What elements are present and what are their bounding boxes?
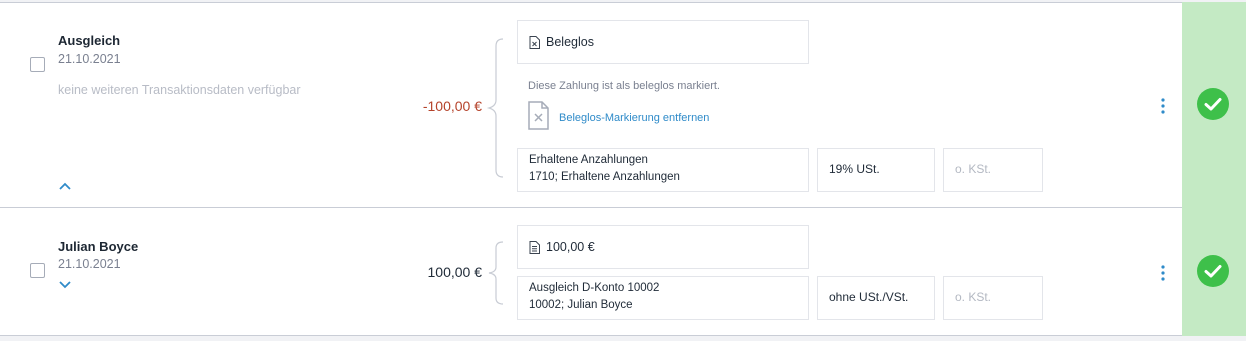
account-title: Erhaltene Anzahlungen	[529, 154, 648, 166]
no-document-large-icon	[528, 101, 549, 130]
check-circle-icon[interactable]	[1197, 88, 1229, 120]
transaction-name: Julian Boyce	[58, 239, 139, 254]
tax-field[interactable]: 19% USt.	[817, 148, 935, 192]
account-field[interactable]: Erhaltene Anzahlungen 1710; Erhaltene An…	[517, 148, 809, 192]
cost-center-field[interactable]: o. KSt.	[943, 148, 1043, 192]
document-box[interactable]: Beleglos	[517, 20, 809, 64]
cost-center-placeholder: o. KSt.	[955, 290, 992, 304]
cost-center-field[interactable]: o. KSt.	[943, 276, 1043, 320]
checkmark-icon	[1204, 98, 1222, 111]
cost-center-placeholder: o. KSt.	[955, 162, 992, 176]
checkmark-icon	[1204, 265, 1222, 278]
transaction-list: Ausgleich 21.10.2021 keine weiteren Tran…	[0, 0, 1246, 341]
row-checkbox[interactable]	[30, 263, 45, 278]
split-brace	[486, 38, 504, 178]
transaction-name: Ausgleich	[58, 33, 121, 48]
tax-value: ohne USt./VSt.	[829, 290, 909, 304]
beleglos-note: Diese Zahlung ist als beleglos markiert.	[528, 80, 720, 92]
transaction-row: Julian Boyce 21.10.2021 100,00 € 100,00 …	[0, 207, 1246, 336]
check-circle-icon[interactable]	[1197, 255, 1229, 287]
split-brace	[488, 241, 504, 305]
chevron-down-icon[interactable]	[58, 280, 72, 290]
no-document-icon	[529, 36, 540, 49]
tax-field[interactable]: ohne USt./VSt.	[817, 276, 935, 320]
document-label: Beleglos	[546, 35, 594, 49]
document-label: 100,00 €	[546, 240, 595, 254]
more-options-icon[interactable]	[1160, 265, 1166, 281]
row-checkbox[interactable]	[30, 57, 45, 72]
transaction-date: 21.10.2021	[58, 257, 121, 271]
account-detail: 10002; Julian Boyce	[529, 299, 633, 311]
more-options-icon[interactable]	[1160, 98, 1166, 114]
transaction-amount: -100,00 €	[422, 98, 482, 114]
account-title: Ausgleich D-Konto 10002	[529, 282, 660, 294]
transaction-row: Ausgleich 21.10.2021 keine weiteren Tran…	[0, 2, 1246, 207]
transaction-date: 21.10.2021	[58, 52, 121, 66]
document-box[interactable]: 100,00 €	[517, 225, 809, 269]
receipt-icon	[529, 241, 540, 254]
transaction-amount: 100,00 €	[427, 264, 483, 280]
remove-beleglos-link[interactable]: Beleglos-Markierung entfernen	[559, 112, 709, 124]
transaction-info: keine weiteren Transaktionsdaten verfügb…	[58, 83, 301, 97]
account-detail: 1710; Erhaltene Anzahlungen	[529, 171, 680, 183]
chevron-up-icon[interactable]	[58, 181, 72, 191]
tax-value: 19% USt.	[829, 162, 880, 176]
account-field[interactable]: Ausgleich D-Konto 10002 10002; Julian Bo…	[517, 276, 809, 320]
